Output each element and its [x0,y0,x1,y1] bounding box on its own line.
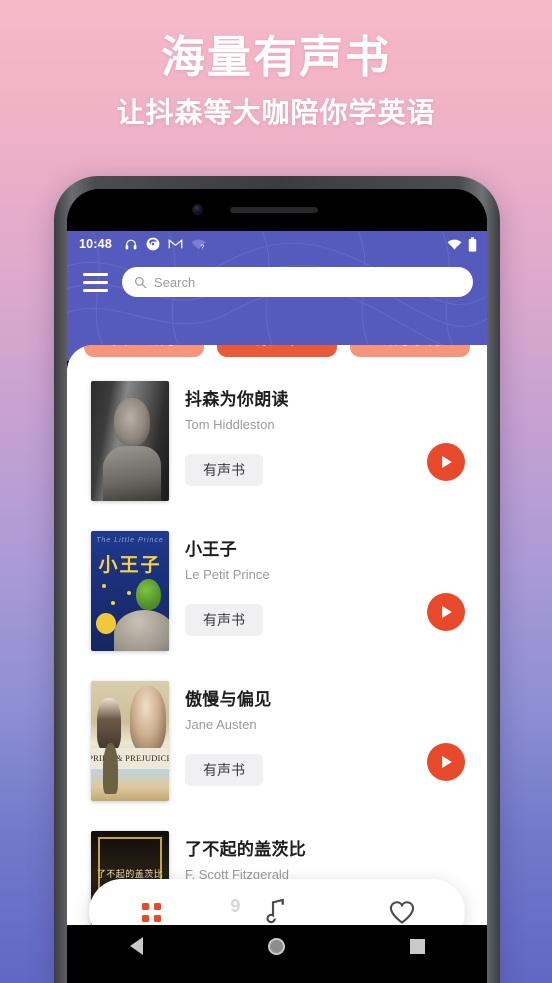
category-tabs: 真题听力 有声书 听力素材 [67,345,487,357]
search-placeholder-text: Search [154,274,196,290]
front-camera-icon [192,204,203,215]
book-tag: 有声书 [185,454,263,486]
book-cover-image: The Little Prince 小王子 [91,531,169,651]
recents-square-icon[interactable] [409,938,425,954]
cover-figure [136,579,162,611]
book-author: Jane Austen [185,717,257,732]
favorite-button[interactable] [340,899,465,925]
book-cover-image: PRIDE & PREJUDICE [91,681,169,801]
book-tag: 有声书 [185,754,263,786]
grid-dots-icon [142,902,162,922]
book-title: 了不起的盖茨比 [185,840,307,859]
phone-bezel-top [67,189,487,231]
book-title: 抖森为你朗读 [185,390,289,409]
list-item[interactable]: PRIDE & PREJUDICE 傲慢与偏见 Jane Austen 有声书 [67,681,487,831]
play-button[interactable] [427,443,465,481]
cover-planet [114,610,169,651]
app-nav-row: Search [67,257,487,297]
promo-subtitle: 让抖森等大咖陪你学英语 [116,97,436,128]
app-header: 10:48 ? x Search [67,231,487,361]
tab-tingli-sucai[interactable]: 听力素材 [350,345,470,357]
grid-menu-button[interactable] [89,902,214,922]
play-icon [441,605,452,619]
wifi-question-icon: ? [191,239,206,251]
phone-mockup: 10:48 ? x Search 抖森为你朗读 Tom Hiddleston 有… [54,176,500,983]
content-panel: 真题听力 有声书 听力素材 抖森为你朗读 Tom Hiddleston 有声书 [67,345,487,967]
music-note-badge: 9 [230,896,240,916]
status-bar-notification-icons: ? [124,237,206,251]
search-icon [135,276,147,288]
list-item[interactable]: The Little Prince 小王子 小王子 Le Petit Princ… [67,531,487,681]
headphone-icon [125,239,137,249]
list-item[interactable]: 抖森为你朗读 Tom Hiddleston 有声书 [67,381,487,531]
phone-screen: 10:48 ? x Search 抖森为你朗读 Tom Hiddleston 有… [67,189,487,983]
book-title: 傲慢与偏见 [185,690,272,709]
promo-title: 海量有声书 [161,33,391,82]
book-title: 小王子 [185,540,237,559]
tab-zhenti-tingli[interactable]: 真题听力 [84,345,204,357]
play-icon [441,755,452,769]
book-cover-image [91,381,169,501]
play-button[interactable] [427,743,465,781]
search-input[interactable]: Search [122,267,473,297]
book-author: Le Petit Prince [185,567,270,582]
cover-tree [103,743,118,794]
cover-subtitle-text: The Little Prince [96,537,164,544]
wifi-off-icon: x [447,239,462,251]
play-button[interactable] [427,593,465,631]
book-info: 抖森为你朗读 Tom Hiddleston 有声书 [169,381,427,486]
cover-badge [95,612,116,635]
cover-title-text: 小王子 [98,555,162,577]
hamburger-menu-icon[interactable] [83,268,108,297]
earpiece-speaker [230,207,318,213]
book-info: 小王子 Le Petit Prince 有声书 [169,531,427,636]
cover-figure-right [130,685,166,753]
svg-text:?: ? [200,244,204,251]
android-navigation-bar [67,925,487,967]
svg-text:x: x [456,245,460,251]
tab-youshengshu[interactable]: 有声书 [217,345,337,357]
home-circle-icon[interactable] [267,937,285,955]
back-triangle-icon[interactable] [129,937,143,955]
music-note-icon [266,898,284,924]
promo-text-block: 海量有声书 让抖森等大咖陪你学英语 [0,30,552,131]
book-tag: 有声书 [185,604,263,636]
audiobook-list: 抖森为你朗读 Tom Hiddleston 有声书 The Little Pri… [67,345,487,967]
book-info: 傲慢与偏见 Jane Austen 有声书 [169,681,427,786]
gmail-icon [168,238,183,249]
status-bar: 10:48 ? x [67,231,487,257]
status-bar-clock: 10:48 [79,237,112,251]
music-note-button[interactable]: 9 [214,896,339,926]
battery-full-icon [468,236,477,252]
book-author: Tom Hiddleston [185,417,275,432]
play-icon [441,455,452,469]
status-bar-system-icons: x [447,236,477,252]
chrome-circle-icon [146,237,160,251]
heart-outline-icon [390,901,415,924]
